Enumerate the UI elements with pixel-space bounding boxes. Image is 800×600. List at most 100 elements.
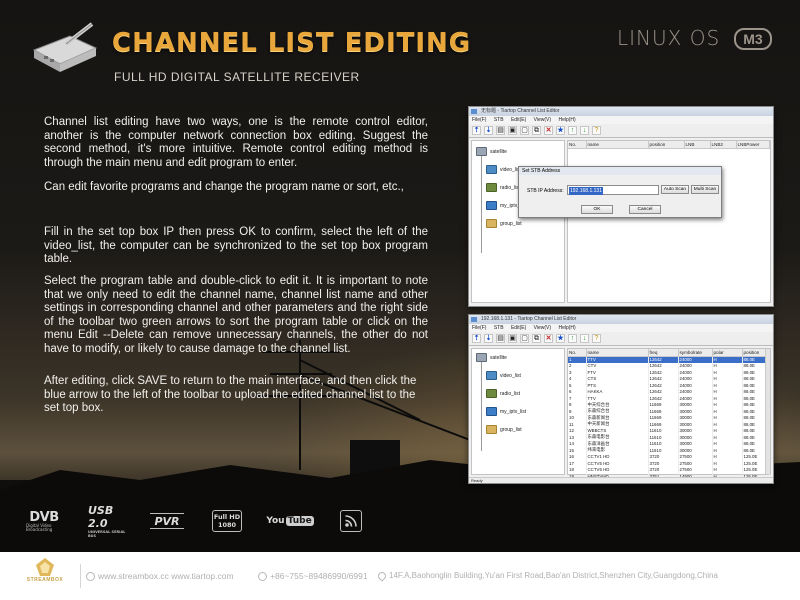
tv-icon: [486, 165, 497, 174]
delete-icon[interactable]: ✕: [544, 126, 553, 135]
usb-text: USB 2.0: [88, 504, 114, 530]
dvb-text: DVB: [29, 509, 59, 525]
tree-item-video-list[interactable]: video_list: [486, 371, 521, 380]
location-pin-icon: [376, 569, 388, 582]
menu-edit[interactable]: Edit(E): [511, 117, 526, 123]
window-title: 192.168.1.131 - Tiartop Channel List Edi…: [481, 316, 577, 322]
footer-phone: +86~755~89486990/6991: [258, 571, 368, 581]
cancel-button[interactable]: Cancel: [629, 205, 661, 214]
ip-address-input[interactable]: 192.168.1.131: [567, 185, 659, 195]
upload-arrow-icon[interactable]: ⇡: [472, 334, 481, 343]
receiver-box-icon: [32, 22, 98, 72]
move-down-icon[interactable]: ↓: [580, 334, 589, 343]
multi-scan-button[interactable]: Multi Scan: [691, 185, 719, 194]
open-icon[interactable]: ▤: [496, 126, 505, 135]
satellite-icon: [476, 147, 487, 156]
ip-address-label: STB IP Address:: [527, 188, 564, 194]
copy-icon[interactable]: ⧉: [532, 126, 541, 135]
column-header[interactable]: name: [586, 349, 649, 357]
youtube-logo: You Tube: [266, 509, 314, 533]
column-header[interactable]: LNB: [684, 141, 711, 149]
save-icon[interactable]: ▣: [508, 334, 517, 343]
move-up-icon[interactable]: ↑: [568, 334, 577, 343]
move-up-icon[interactable]: ↑: [568, 126, 577, 135]
tree-connector: [481, 361, 482, 451]
column-header[interactable]: No.: [568, 141, 587, 149]
ip-address-value: 192.168.1.131: [569, 187, 603, 195]
column-header[interactable]: position: [648, 141, 685, 149]
tree-item-satellite[interactable]: satellite: [476, 147, 507, 156]
help-icon[interactable]: ?: [592, 126, 601, 135]
move-down-icon[interactable]: ↓: [580, 126, 589, 135]
menu-view[interactable]: View(V): [534, 117, 551, 123]
paragraph-editing-steps: Select the program table and double-clic…: [44, 275, 428, 355]
paragraph-features: Can edit favorite programs and change th…: [44, 181, 404, 193]
copy-icon[interactable]: ⧉: [532, 334, 541, 343]
tree-item-group-list[interactable]: group_list: [486, 219, 522, 228]
tv-icon: [486, 371, 497, 380]
auto-scan-button[interactable]: Auto Scan: [661, 185, 689, 194]
column-header[interactable]: polar: [712, 349, 743, 357]
menu-edit[interactable]: Edit(E): [511, 325, 526, 331]
paragraph-ip-setup: Fill in the set top box IP then press OK…: [44, 226, 428, 266]
column-header[interactable]: symbolrate: [678, 349, 713, 357]
channel-table-pane: No. name position LNB LNB2 LNBPower: [567, 140, 771, 303]
tree-item-satellite[interactable]: satellite: [476, 353, 507, 362]
footer-address: 14F.A,Baohonglin Building,Yu'an First Ro…: [376, 569, 718, 582]
tree-item-radio-list[interactable]: radio_list: [486, 183, 520, 192]
youtube-you: You: [266, 516, 285, 526]
footer: STREAMBOX www.streambox.cc www.tiartop.c…: [0, 552, 800, 600]
tree-item-label: radio_list: [500, 184, 521, 191]
vertical-scrollbar[interactable]: [765, 349, 770, 474]
new-icon[interactable]: ▢: [520, 334, 529, 343]
footer-website[interactable]: www.streambox.cc www.tiartop.com: [86, 571, 234, 581]
column-header[interactable]: LNB2: [710, 141, 737, 149]
menu-view[interactable]: View(V): [534, 325, 551, 331]
ok-button[interactable]: OK: [581, 205, 613, 214]
menu-stb[interactable]: STB: [494, 117, 504, 123]
favorite-icon[interactable]: ★: [556, 126, 565, 135]
tree-item-label: satellite: [490, 148, 507, 155]
youtube-tube: Tube: [285, 516, 314, 526]
delete-icon[interactable]: ✕: [544, 334, 553, 343]
help-icon[interactable]: ?: [592, 334, 601, 343]
column-header[interactable]: name: [586, 141, 649, 149]
dialog-title: Set STB Address: [519, 167, 721, 175]
pvr-logo: PVR: [150, 513, 184, 529]
upload-arrow-icon[interactable]: ⇡: [472, 126, 481, 135]
channel-tree: satellite video_list radio_list my_iptv_…: [471, 140, 565, 303]
tree-item-label: group_list: [500, 426, 522, 433]
menu-file[interactable]: File(F): [472, 325, 486, 331]
menu-bar: File(F) STB Edit(E) View(V) Help(H): [469, 116, 773, 124]
menu-help[interactable]: Help(H): [558, 117, 575, 123]
address-text: 14F.A,Baohonglin Building,Yu'an First Ro…: [389, 571, 718, 580]
menu-stb[interactable]: STB: [494, 325, 504, 331]
app-icon: [471, 317, 477, 322]
paragraph-upload: After editing, click SAVE to return to t…: [44, 375, 417, 415]
download-arrow-icon[interactable]: ⇣: [484, 126, 493, 135]
satellite-icon: [476, 353, 487, 362]
column-header[interactable]: LNBPower: [736, 141, 770, 149]
download-arrow-icon[interactable]: ⇣: [484, 334, 493, 343]
tree-item-label: satellite: [490, 354, 507, 361]
tree-item-radio-list[interactable]: radio_list: [486, 389, 520, 398]
save-icon[interactable]: ▣: [508, 126, 517, 135]
tree-item-video-list[interactable]: video_list: [486, 165, 521, 174]
open-icon[interactable]: ▤: [496, 334, 505, 343]
menu-file[interactable]: File(F): [472, 117, 486, 123]
window-titlebar: 192.168.1.131 - Tiartop Channel List Edi…: [469, 315, 773, 324]
channel-table-pane: No. name freq symbolrate polar position …: [567, 348, 771, 483]
favorite-icon[interactable]: ★: [556, 334, 565, 343]
app-icon: [471, 109, 477, 114]
tree-item-label: video_list: [500, 372, 521, 379]
usb-logo: USB 2.0 UNIVERSAL SERIAL BUS: [88, 504, 128, 538]
tree-item-label: group_list: [500, 220, 522, 227]
new-icon[interactable]: ▢: [520, 126, 529, 135]
column-header[interactable]: freq: [648, 349, 679, 357]
tree-item-iptv-list[interactable]: my_iptv_list: [486, 407, 526, 416]
tree-item-group-list[interactable]: group_list: [486, 425, 522, 434]
column-header[interactable]: No.: [568, 349, 587, 357]
window-titlebar: 无标题 - Tiartop Channel List Editor: [469, 107, 773, 116]
streambox-logo: STREAMBOX: [18, 557, 72, 595]
menu-help[interactable]: Help(H): [558, 325, 575, 331]
